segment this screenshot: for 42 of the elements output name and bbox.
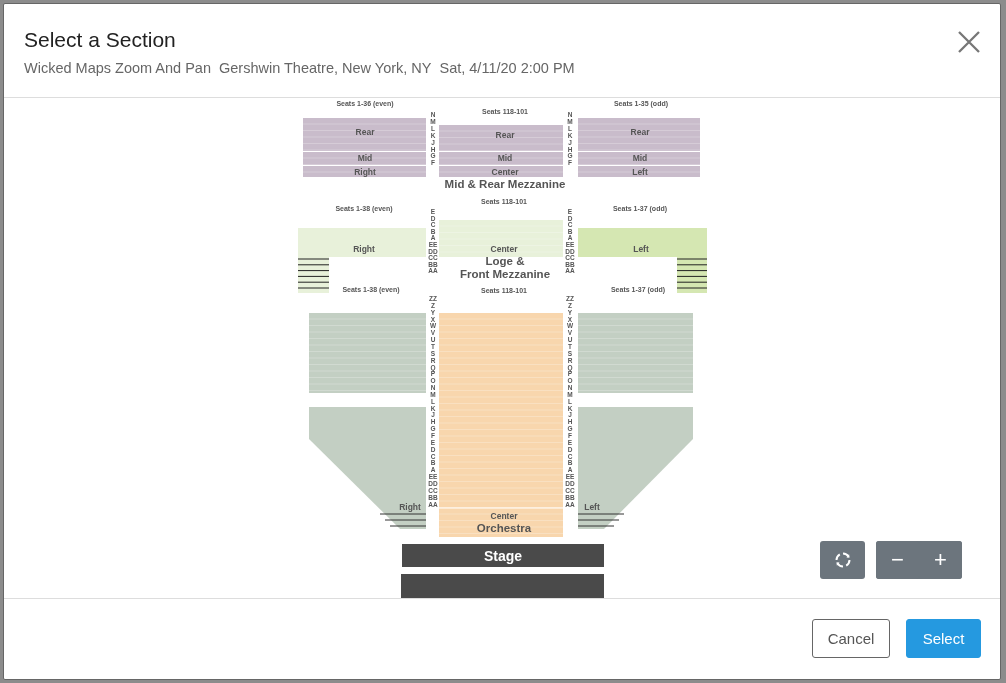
event-info: Sat, 4/11/20 2:00 PM [439, 60, 575, 76]
cancel-button[interactable]: Cancel [812, 619, 890, 658]
level-title: Loge & Front Mezzanine [459, 255, 551, 280]
event-info: Gershwin Theatre, New York, NY [219, 60, 432, 76]
steps-drawing [676, 258, 708, 289]
seating-section[interactable] [578, 166, 700, 177]
event-info: Wicked Maps Zoom And Pan [24, 60, 211, 76]
section-label: Rear [355, 127, 375, 137]
section-label: Left [633, 244, 649, 254]
section-label: Mid [497, 153, 513, 163]
close-icon[interactable] [957, 30, 981, 54]
select-button[interactable]: Select [906, 619, 981, 658]
seating-section[interactable] [439, 152, 563, 165]
section-label: Right [354, 167, 376, 177]
section-label: Right [353, 244, 375, 254]
dialog-title: Select a Section [24, 28, 177, 52]
refresh-icon [833, 551, 852, 569]
seating-section[interactable] [578, 152, 700, 165]
seating-section[interactable] [298, 228, 426, 293]
level-title: Mid & Rear Mezzanine [444, 178, 566, 190]
section-label: Left [632, 167, 648, 177]
steps-drawing [297, 258, 330, 289]
section-label: Rear [630, 127, 650, 137]
seating-section[interactable] [303, 152, 426, 165]
level-title: Orchestra [476, 522, 532, 534]
seating-section[interactable] [578, 228, 707, 293]
section-label: Mid [357, 153, 373, 163]
section-label: Mid [632, 153, 648, 163]
steps-drawing [577, 513, 625, 527]
seating-section[interactable] [303, 166, 426, 177]
section-label: Rear [495, 130, 515, 140]
seating-section[interactable] [578, 407, 693, 529]
section-label: Center [490, 244, 518, 254]
section-label: Center [491, 167, 519, 177]
seating-section[interactable] [439, 166, 563, 177]
section-label: Right [399, 502, 421, 512]
section-label: Left [584, 502, 600, 512]
seating-section[interactable] [309, 407, 426, 529]
steps-drawing [379, 513, 427, 527]
section-label: Center [490, 511, 518, 521]
stage-label: Stage [483, 548, 523, 564]
reset-button[interactable] [820, 541, 865, 579]
